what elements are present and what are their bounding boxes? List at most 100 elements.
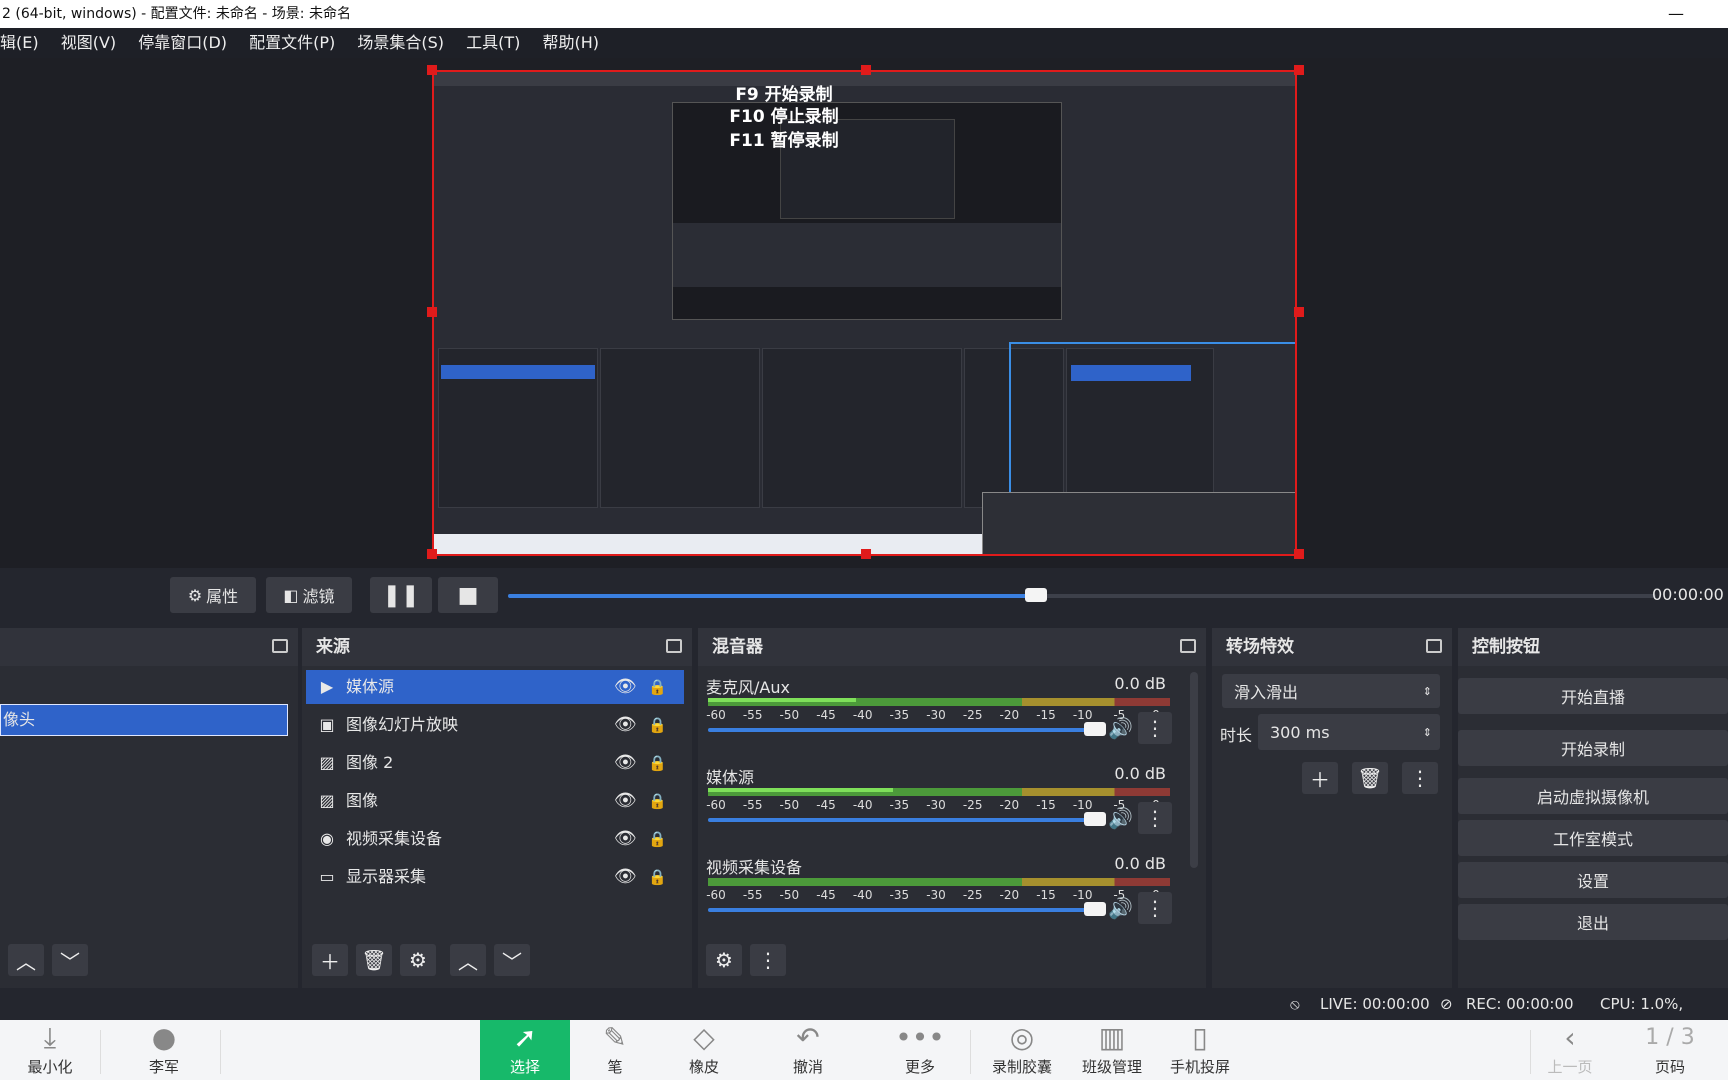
channel-menu-button[interactable]: ⋮ (1138, 802, 1172, 834)
stop-button[interactable]: ■ (438, 577, 498, 613)
record-capsule-icon: ◎ (1009, 1021, 1035, 1054)
source-properties-button[interactable]: ⚙ (400, 944, 436, 976)
undock-icon[interactable] (1180, 639, 1196, 653)
undock-icon[interactable] (272, 639, 288, 653)
menu-help[interactable]: 帮助(H) (542, 33, 599, 52)
select-tool[interactable]: ➚ 选择 (480, 1020, 570, 1080)
minimize-button[interactable]: — (1668, 0, 1684, 28)
lock-icon[interactable]: 🔒 (648, 860, 667, 894)
resize-handle-bl[interactable] (427, 549, 437, 559)
user-profile[interactable]: ● 李军 (114, 1020, 214, 1080)
resize-handle-b[interactable] (861, 549, 871, 559)
scale-tick-label: -30 (926, 888, 946, 902)
eraser-tool[interactable]: ◇ 橡皮 (660, 1020, 748, 1080)
menu-tools[interactable]: 工具(T) (466, 33, 520, 52)
transition-menu-button[interactable]: ⋮ (1402, 762, 1438, 794)
pause-button[interactable]: ❚❚ (370, 577, 432, 613)
menu-view[interactable]: 视图(V) (61, 33, 116, 52)
undock-icon[interactable] (666, 639, 682, 653)
filters-button[interactable]: ◧ 滤镜 (266, 577, 352, 613)
record-capsule-tool[interactable]: ◎ 录制胶囊 (976, 1020, 1068, 1080)
studio-mode-button[interactable]: 工作室模式 (1458, 820, 1728, 856)
source-item[interactable]: ▶ 媒体源 👁 🔒 (306, 670, 684, 704)
lock-icon[interactable]: 🔒 (648, 708, 667, 742)
menu-profile[interactable]: 配置文件(P) (249, 33, 335, 52)
visibility-eye-icon[interactable]: 👁 (614, 860, 637, 894)
scale-tick-label: -55 (742, 708, 763, 722)
resize-handle-tl[interactable] (427, 65, 437, 75)
volume-slider[interactable] (708, 722, 1106, 736)
source-item[interactable]: ▭ 显示器采集 👁 🔒 (306, 860, 684, 894)
menu-edit[interactable]: 辑(E) (0, 33, 39, 52)
pen-tool[interactable]: ✎ 笔 (572, 1020, 658, 1080)
more-tool[interactable]: ••• 更多 (872, 1020, 968, 1080)
source-item[interactable]: ◉ 视频采集设备 👁 🔒 (306, 822, 684, 856)
menu-scene-collection[interactable]: 场景集合(S) (357, 33, 444, 52)
resize-handle-l[interactable] (427, 307, 437, 317)
speaker-icon[interactable]: 🔊 (1108, 896, 1133, 920)
scene-move-up-button[interactable]: ︿ (8, 944, 44, 976)
resize-handle-tr[interactable] (1294, 65, 1304, 75)
resize-handle-br[interactable] (1294, 549, 1304, 559)
start-recording-button[interactable]: 开始录制 (1458, 730, 1728, 766)
menu-docks[interactable]: 停靠窗口(D) (138, 33, 227, 52)
start-virtual-camera-button[interactable]: 启动虚拟摄像机 (1458, 778, 1728, 814)
channel-menu-button[interactable]: ⋮ (1138, 892, 1172, 924)
lock-icon[interactable]: 🔒 (648, 784, 667, 818)
remove-transition-button[interactable]: 🗑 (1352, 762, 1388, 794)
add-source-button[interactable]: ＋ (312, 944, 348, 976)
speaker-icon[interactable]: 🔊 (1108, 716, 1133, 740)
preview-canvas[interactable]: F9 开始录制 F10 停止录制 F11 暂停录制 (432, 70, 1297, 556)
transition-select[interactable]: 滑入滑出 ⇕ (1222, 674, 1440, 708)
duration-input[interactable]: 300 ms ⇕ (1258, 714, 1440, 750)
visibility-eye-icon[interactable]: 👁 (614, 822, 637, 856)
lock-icon[interactable]: 🔒 (648, 670, 667, 704)
audio-meter (708, 788, 1170, 796)
spinner-icon[interactable]: ⇕ (1423, 726, 1432, 739)
volume-handle[interactable] (1084, 812, 1106, 826)
resize-handle-r[interactable] (1294, 307, 1304, 317)
source-move-up-button[interactable]: ︿ (450, 944, 486, 976)
source-item[interactable]: ▣ 图像幻灯片放映 👁 🔒 (306, 708, 684, 742)
undock-icon[interactable] (1426, 639, 1442, 653)
add-transition-button[interactable]: ＋ (1302, 762, 1338, 794)
gear-icon: ⚙ (187, 585, 203, 605)
start-streaming-button[interactable]: 开始直播 (1458, 678, 1728, 714)
exit-button[interactable]: 退出 (1458, 904, 1728, 940)
previous-page-button[interactable]: ‹ 上一页 (1530, 1020, 1610, 1080)
mixer-scrollbar[interactable] (1190, 672, 1198, 868)
class-management-tool[interactable]: ▥ 班级管理 (1066, 1020, 1158, 1080)
resize-handle-t[interactable] (861, 65, 871, 75)
channel-name: 视频采集设备 (706, 858, 803, 877)
seek-handle[interactable] (1025, 588, 1048, 602)
properties-button[interactable]: ⚙ 属性 (170, 577, 256, 613)
channel-menu-button[interactable]: ⋮ (1138, 712, 1172, 744)
visibility-eye-icon[interactable]: 👁 (614, 670, 637, 704)
volume-slider[interactable] (708, 812, 1106, 826)
remove-source-button[interactable]: 🗑 (356, 944, 392, 976)
volume-handle[interactable] (1084, 902, 1106, 916)
visibility-eye-icon[interactable]: 👁 (614, 708, 637, 742)
mixer-channel: 麦克风/Aux 0.0 dB -60 -55 -50 -45 -40 -35 -30 -25 -… (698, 674, 1178, 764)
audio-settings-button[interactable]: ⚙ (706, 944, 742, 976)
volume-slider[interactable] (708, 902, 1106, 916)
source-item[interactable]: ▨ 图像 2 👁 🔒 (306, 746, 684, 780)
transitions-dock-header: 转场特效 (1212, 628, 1452, 666)
phone-cast-tool[interactable]: ▯ 手机投屏 (1152, 1020, 1248, 1080)
volume-handle[interactable] (1084, 722, 1106, 736)
scene-move-down-button[interactable]: ﹀ (52, 944, 88, 976)
minimize-tool[interactable]: ⤓ 最小化 (0, 1020, 100, 1080)
scene-item-selected[interactable]: 像头 (0, 704, 288, 736)
lock-icon[interactable]: 🔒 (648, 822, 667, 856)
page-counter[interactable]: 1 / 3 页码 (1620, 1020, 1720, 1080)
media-seek-slider[interactable] (508, 588, 1656, 602)
source-move-down-button[interactable]: ﹀ (494, 944, 530, 976)
speaker-icon[interactable]: 🔊 (1108, 806, 1133, 830)
visibility-eye-icon[interactable]: 👁 (614, 784, 637, 818)
mixer-menu-button[interactable]: ⋮ (750, 944, 786, 976)
source-item[interactable]: ▨ 图像 👁 🔒 (306, 784, 684, 818)
lock-icon[interactable]: 🔒 (648, 746, 667, 780)
visibility-eye-icon[interactable]: 👁 (614, 746, 637, 780)
undo-tool[interactable]: ↶ 撤消 (760, 1020, 856, 1080)
settings-button[interactable]: 设置 (1458, 862, 1728, 898)
